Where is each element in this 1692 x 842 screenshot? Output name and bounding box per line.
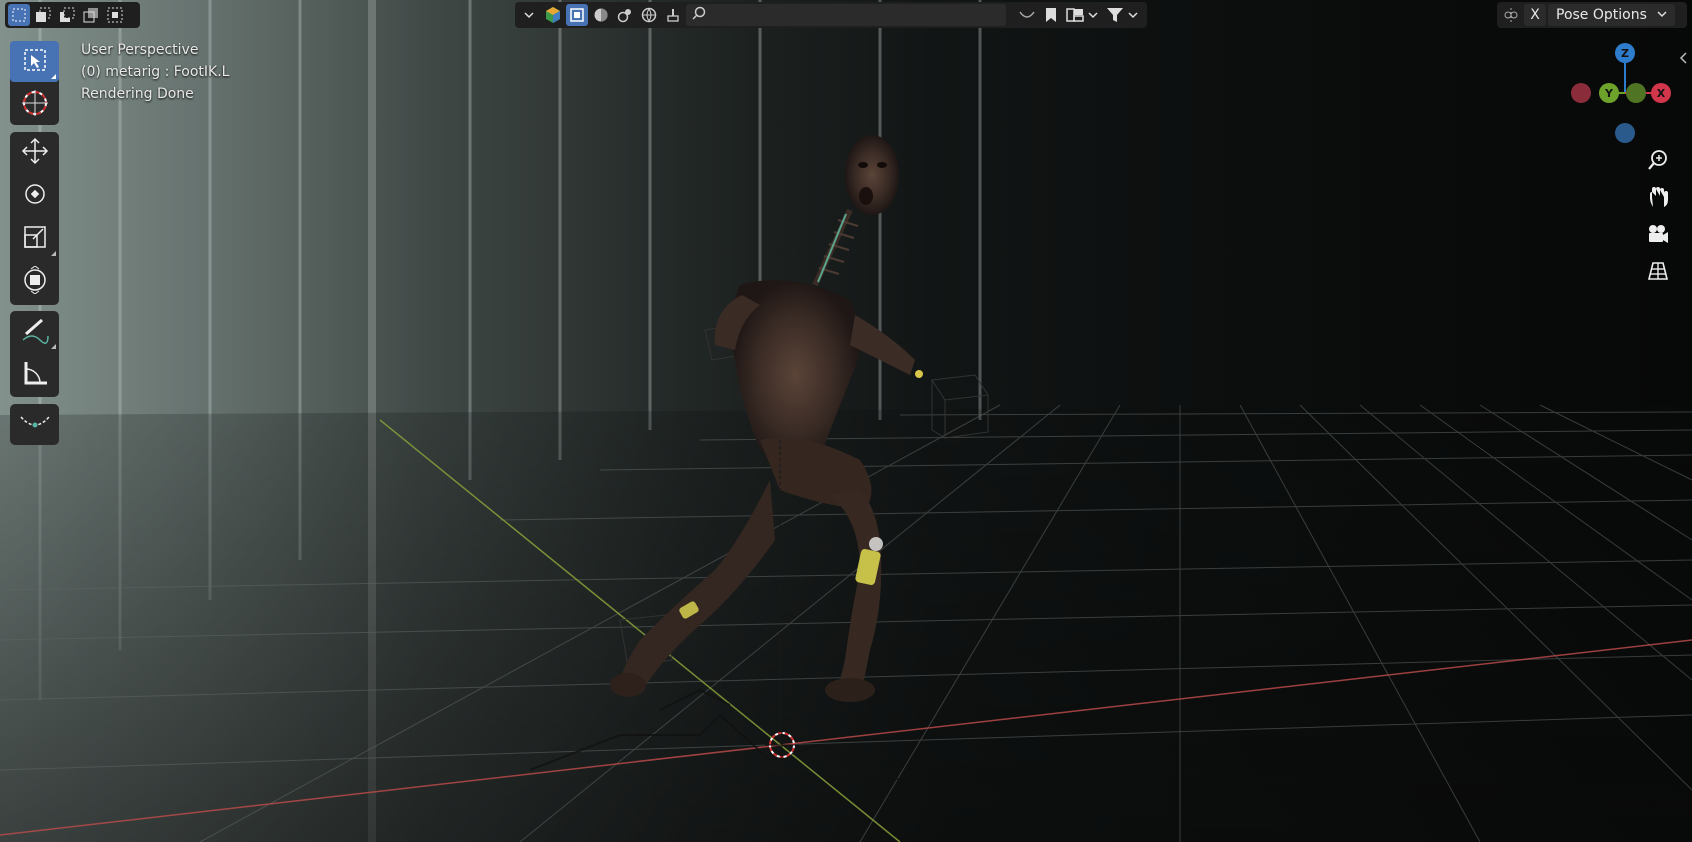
scene-render (0, 0, 1692, 842)
rendered-icon[interactable] (638, 4, 660, 26)
measure-icon (21, 359, 49, 391)
active-object-info: (0) metarig : FootIK.L (81, 64, 230, 80)
select-invert-icon[interactable] (80, 4, 102, 26)
relax-icon (19, 411, 51, 439)
annotate-tool[interactable] (10, 311, 59, 352)
scale-icon (21, 223, 49, 255)
search-input[interactable] (686, 4, 1006, 26)
navigation-gizmo[interactable]: Z Y X (1570, 40, 1680, 150)
rotate-tool[interactable] (10, 175, 59, 216)
material-preview-icon[interactable] (614, 4, 636, 26)
mirror-icon[interactable] (1500, 4, 1522, 26)
grid-icon (1647, 260, 1669, 286)
render-status: Rendering Done (81, 86, 194, 102)
annotate-icon (20, 316, 50, 348)
3d-viewport[interactable]: X Pose Options User Perspective (0) meta… (0, 0, 1692, 842)
overlay-icon[interactable] (1016, 4, 1038, 26)
relax-tool[interactable] (10, 404, 59, 445)
transform-icon (21, 264, 49, 298)
perspective-toggle-button[interactable] (1643, 258, 1673, 288)
select-intersect-icon[interactable] (104, 4, 126, 26)
toolbar-annotate-group (10, 311, 59, 397)
move-tool[interactable] (10, 132, 59, 173)
filter-icon[interactable] (1104, 4, 1142, 26)
select-box-icon (22, 47, 48, 77)
bookmark-icon[interactable] (1040, 4, 1062, 26)
pose-options-dropdown[interactable]: Pose Options (1548, 4, 1675, 26)
sidebar-toggle-arrow[interactable] (1678, 50, 1690, 66)
select-subtract-icon[interactable] (56, 4, 78, 26)
cursor-tool[interactable] (10, 84, 59, 125)
toolbar-relax-group (10, 404, 59, 445)
toolbar-select-group (10, 41, 59, 125)
measure-tool[interactable] (10, 354, 59, 395)
gizmo-neg-y-axis[interactable] (1626, 83, 1646, 103)
x-mirror-button[interactable]: X (1524, 4, 1546, 26)
collection-icon[interactable] (1064, 4, 1102, 26)
camera-view-button[interactable] (1643, 221, 1673, 251)
scale-tool[interactable] (10, 218, 59, 259)
pan-button[interactable] (1643, 184, 1673, 214)
pan-hand-icon (1647, 186, 1669, 212)
gizmo-y-axis[interactable]: Y (1599, 83, 1619, 103)
viewport-header-center (515, 2, 1147, 28)
transform-tool[interactable] (10, 261, 59, 302)
zoom-icon (1647, 149, 1669, 175)
toolbar-transform-group (10, 132, 59, 305)
select-new-icon[interactable] (8, 4, 30, 26)
gizmo-neg-x-axis[interactable] (1571, 83, 1591, 103)
move-icon (21, 137, 49, 169)
search-icon (692, 6, 706, 24)
pose-options-group: X Pose Options (1497, 2, 1687, 28)
pose-options-label: Pose Options (1556, 7, 1647, 23)
view-name: User Perspective (81, 42, 199, 58)
wireframe-icon[interactable] (566, 4, 588, 26)
gizmo-neg-z-axis[interactable] (1615, 123, 1635, 143)
camera-icon (1646, 223, 1670, 249)
cursor-icon (20, 88, 50, 122)
viewport-shading-icon[interactable] (542, 4, 564, 26)
solid-icon[interactable] (590, 4, 612, 26)
brush-icon[interactable] (662, 4, 684, 26)
gizmo-x-axis[interactable]: X (1651, 83, 1671, 103)
select-box-tool[interactable] (10, 41, 59, 82)
rotate-icon (21, 180, 49, 212)
select-mode-group (5, 2, 140, 28)
chevron-down-icon[interactable] (518, 4, 540, 26)
zoom-button[interactable] (1643, 147, 1673, 177)
select-extend-icon[interactable] (32, 4, 54, 26)
gizmo-z-axis[interactable]: Z (1615, 43, 1635, 63)
chevron-down-icon (1657, 7, 1667, 23)
